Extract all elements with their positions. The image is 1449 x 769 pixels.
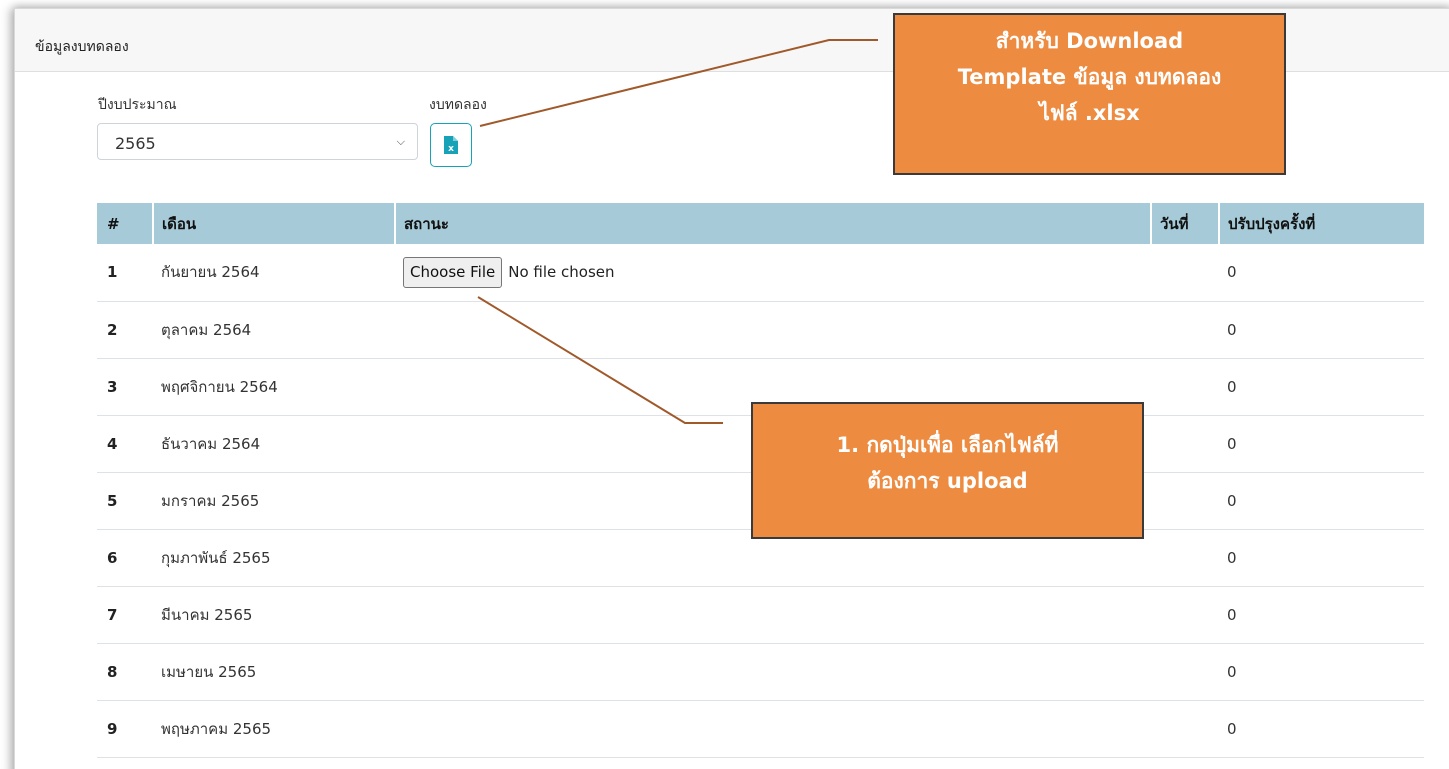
excel-file-icon: x (444, 136, 458, 154)
row-month: พฤษภาคม 2565 (153, 700, 395, 758)
row-month: ตุลาคม 2564 (153, 301, 395, 359)
table-row: 9 พฤษภาคม 2565 0 (97, 700, 1424, 758)
row-number: 1 (97, 244, 153, 302)
file-upload-input[interactable]: Choose File No file chosen (403, 256, 615, 288)
row-status (395, 643, 1151, 701)
row-month: ธันวาคม 2564 (153, 415, 395, 473)
col-revision: ปรับปรุงครั้งที่ (1218, 203, 1424, 244)
row-date (1151, 700, 1219, 758)
row-number: 3 (97, 358, 153, 416)
budget-trial-label: งบทดลอง (429, 97, 487, 113)
col-month: เดือน (152, 203, 395, 244)
row-number: 7 (97, 586, 153, 644)
download-template-button[interactable]: x (430, 123, 472, 167)
row-date (1151, 301, 1219, 359)
row-revision: 0 (1219, 643, 1424, 701)
row-month: เมษายน 2565 (153, 643, 395, 701)
row-revision: 0 (1219, 415, 1424, 473)
row-revision: 0 (1219, 472, 1424, 530)
chevron-down-icon: ⌵ (396, 135, 405, 148)
row-number: 8 (97, 643, 153, 701)
row-revision: 0 (1219, 358, 1424, 416)
row-revision: 0 (1219, 529, 1424, 587)
row-status (395, 700, 1151, 758)
row-month: พฤศจิกายน 2564 (153, 358, 395, 416)
col-status: สถานะ (394, 203, 1151, 244)
fiscal-year-value: 2565 (115, 134, 156, 153)
fiscal-year-label: ปีงบประมาณ (98, 97, 177, 113)
choose-file-callout: 1. กดปุ่มเพื่อ เลือกไฟล์ที่ ต้องการ uplo… (751, 402, 1144, 539)
row-status (395, 586, 1151, 644)
row-number: 5 (97, 472, 153, 530)
row-month: มีนาคม 2565 (153, 586, 395, 644)
download-template-callout: สำหรับ Download Template ข้อมูล งบทดลอง … (893, 13, 1286, 175)
table-row: 1 กันยายน 2564 Choose File No file chosen 0 (97, 244, 1424, 302)
fiscal-year-select[interactable]: 2565 ⌵ (97, 123, 418, 160)
row-number: 4 (97, 415, 153, 473)
col-date: วันที่ (1150, 203, 1219, 244)
row-date (1151, 472, 1219, 530)
table-header-row: # เดือน สถานะ วันที่ ปรับปรุงครั้งที่ (97, 203, 1424, 244)
table-row: 7 มีนาคม 2565 0 (97, 586, 1424, 644)
row-date (1151, 529, 1219, 587)
no-file-chosen-text: No file chosen (508, 263, 615, 282)
row-revision: 0 (1219, 244, 1424, 302)
svg-text:x: x (448, 144, 454, 154)
row-date (1151, 643, 1219, 701)
row-month: มกราคม 2565 (153, 472, 395, 530)
row-number: 9 (97, 700, 153, 758)
choose-file-button[interactable]: Choose File (403, 256, 503, 288)
row-date (1151, 244, 1219, 302)
row-status: Choose File No file chosen (395, 244, 1151, 302)
table-row: 2 ตุลาคม 2564 0 (97, 301, 1424, 359)
row-revision: 0 (1219, 700, 1424, 758)
row-revision: 0 (1219, 586, 1424, 644)
row-date (1151, 415, 1219, 473)
row-status (395, 301, 1151, 359)
table-row: 8 เมษายน 2565 0 (97, 643, 1424, 701)
row-month: กันยายน 2564 (153, 244, 395, 302)
row-date (1151, 586, 1219, 644)
row-revision: 0 (1219, 301, 1424, 359)
col-number: # (97, 203, 153, 244)
card-title: ข้อมูลงบทดลอง (35, 39, 129, 55)
row-number: 6 (97, 529, 153, 587)
row-date (1151, 358, 1219, 416)
row-number: 2 (97, 301, 153, 359)
row-month: กุมภาพันธ์ 2565 (153, 529, 395, 587)
